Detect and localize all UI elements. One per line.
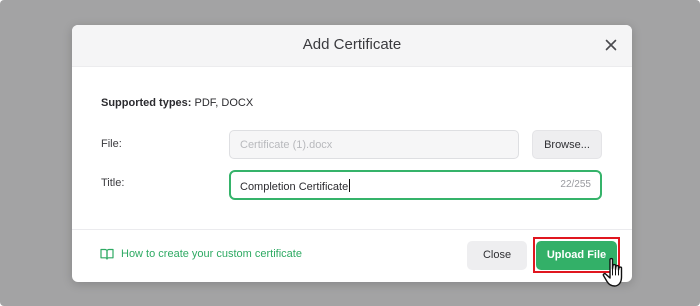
file-field-placeholder: Certificate (1).docx: [240, 139, 333, 151]
browse-button[interactable]: Browse...: [532, 130, 602, 159]
help-link-label: How to create your custom certificate: [121, 248, 302, 260]
add-certificate-dialog: Add Certificate Supported types: PDF, DO…: [72, 25, 632, 282]
footer-divider: [72, 229, 632, 230]
title-field[interactable]: Completion Certificate 22/255: [229, 170, 602, 200]
title-field-value: Completion Certificate: [240, 181, 349, 193]
close-button[interactable]: Close: [467, 241, 527, 270]
dialog-title: Add Certificate: [302, 36, 402, 53]
book-icon: [100, 248, 114, 260]
supported-types: Supported types: PDF, DOCX: [101, 97, 253, 109]
hand-pointer-cursor: [602, 257, 623, 287]
supported-types-label: Supported types:: [101, 97, 192, 109]
help-link[interactable]: How to create your custom certificate: [100, 248, 302, 260]
title-label: Title:: [101, 177, 125, 189]
text-caret: [349, 179, 351, 192]
file-field[interactable]: Certificate (1).docx: [229, 130, 519, 159]
close-icon[interactable]: [602, 36, 620, 54]
supported-types-value: PDF, DOCX: [194, 97, 254, 109]
file-label: File:: [101, 138, 122, 150]
title-char-counter: 22/255: [560, 179, 591, 190]
dialog-header: Add Certificate: [72, 25, 632, 67]
